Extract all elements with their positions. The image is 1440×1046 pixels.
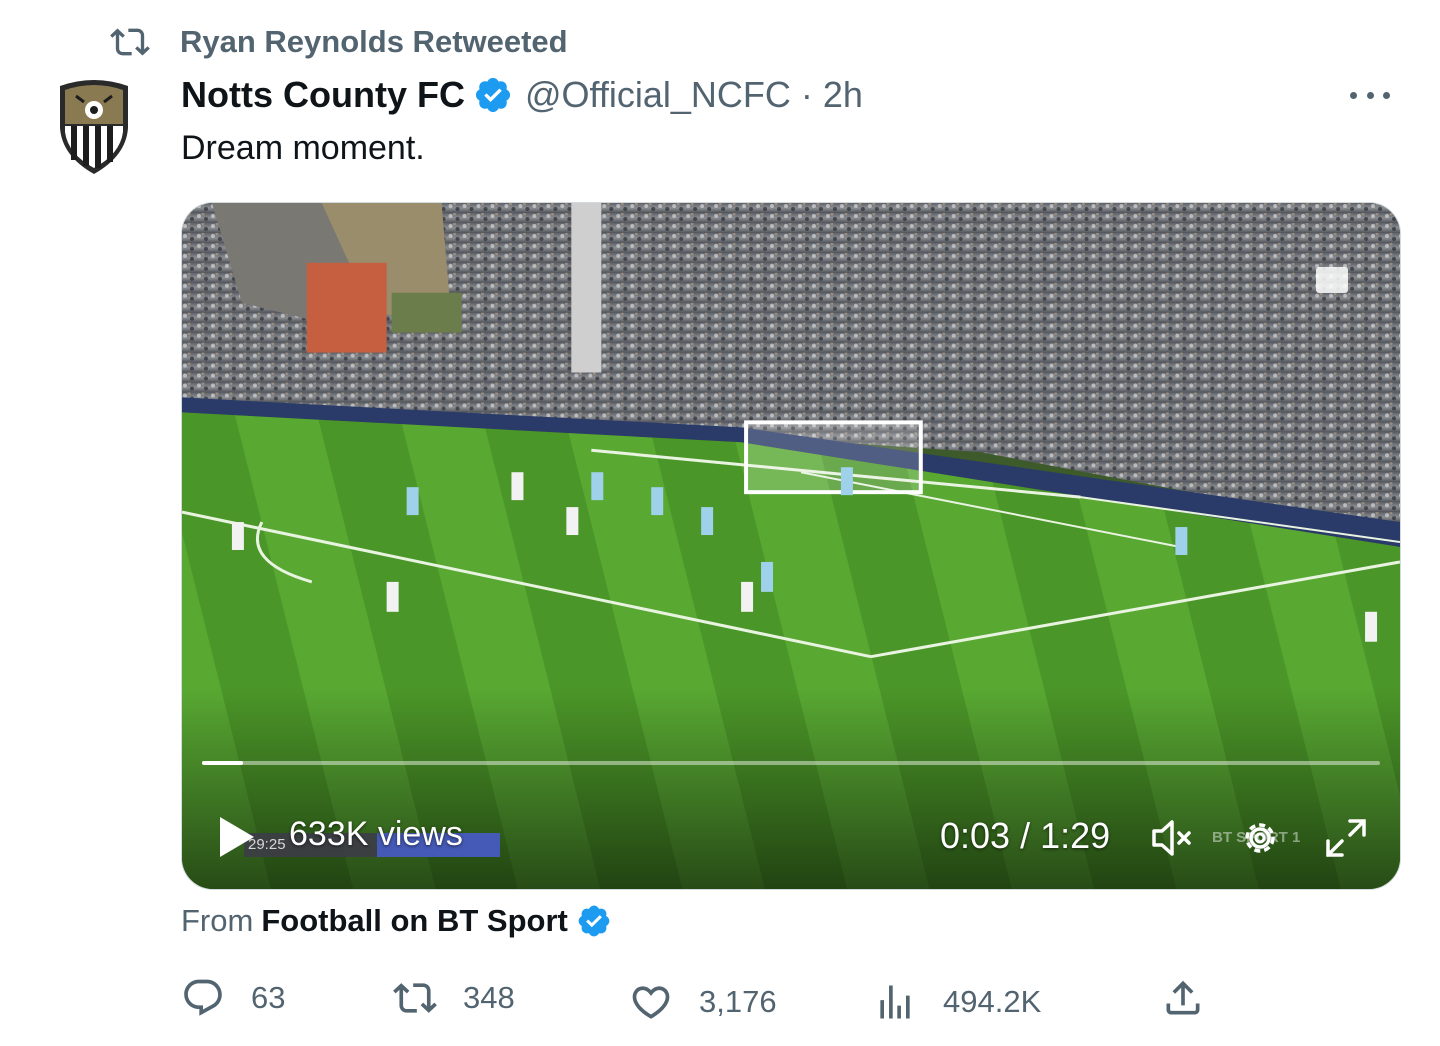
analytics-bars-icon [880,985,910,1019]
author-handle[interactable]: @Official_NCFC [525,74,791,116]
views-button[interactable]: 494.2K [873,974,1041,1030]
more-dot-icon [1366,91,1374,99]
share-upload-icon [1166,980,1200,1015]
avatar[interactable] [54,76,134,176]
retweet-banner[interactable]: Ryan Reynolds Retweeted [110,20,568,64]
more-dot-icon [1350,91,1357,99]
reply-icon [184,979,222,1016]
tweet-action-bar: 63 348 3,176 494.2K [181,970,1221,1026]
reply-count: 63 [251,980,286,1015]
more-options-button[interactable] [1350,80,1390,110]
separator-dot: · [800,74,813,115]
settings-gear-icon[interactable] [1236,815,1284,861]
video-progress-bar[interactable] [202,761,1380,765]
video-timecode: 0:03 / 1:29 [940,815,1111,856]
verified-badge-icon[interactable] [473,75,513,115]
source-prefix: From [181,903,254,938]
tweet-timestamp[interactable]: 2h [823,74,863,116]
retweet-count: 348 [463,980,515,1015]
view-count: 494.2K [943,984,1042,1019]
retweet-button[interactable]: 348 [393,970,515,1026]
video-view-count: 633K views [289,815,463,853]
source-account-name[interactable]: Football on BT Sport [261,903,568,939]
retweet-banner-text: Ryan Reynolds Retweeted [180,24,568,59]
reply-button[interactable]: 63 [181,970,285,1026]
like-count: 3,176 [699,984,777,1019]
video-source[interactable]: From Football on BT Sport [181,898,624,944]
tweet-header: Notts County FC @Official_NCFC · 2h [181,70,863,120]
mute-icon[interactable] [1148,815,1196,861]
controls-shade [182,689,1400,889]
video-player[interactable]: 29:25 633K views 0:03 / 1:29 BT SPORT 1 [181,202,1401,890]
share-button[interactable] [1161,970,1231,1026]
more-dot-icon [1383,91,1390,99]
display-name[interactable]: Notts County FC [181,74,465,116]
verified-badge-icon [578,905,610,937]
picture-in-picture-button[interactable] [1316,267,1348,293]
tweet-text: Dream moment. [181,129,425,167]
like-button[interactable]: 3,176 [629,974,777,1030]
retweet-icon [110,28,150,56]
video-progress-fill [202,761,244,765]
play-icon[interactable] [218,815,256,859]
fullscreen-icon[interactable] [1322,815,1370,861]
retweet-icon [393,983,437,1013]
heart-icon [632,986,670,1019]
